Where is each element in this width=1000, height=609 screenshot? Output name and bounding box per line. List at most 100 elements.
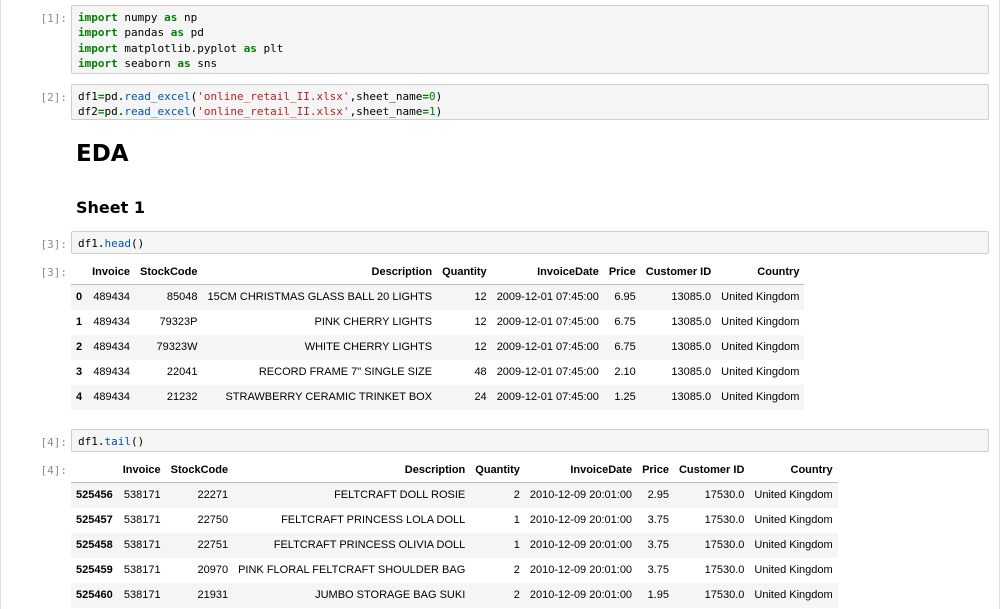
- code-cell-tail[interactable]: df1.tail(): [71, 429, 989, 452]
- column-header: Customer ID: [678, 464, 745, 476]
- column-header: Invoice: [92, 266, 131, 278]
- table-cell: 79323W: [156, 341, 198, 353]
- table-cell: 2010-12-09 20:01:00: [529, 514, 633, 526]
- code-cell-imports[interactable]: import numpy as np import pandas as pd i…: [71, 5, 989, 74]
- table-cell: 489434: [93, 391, 131, 403]
- code-cell-head[interactable]: df1.head(): [71, 231, 989, 254]
- table-cell: United Kingdom: [754, 489, 833, 502]
- table-cell: United Kingdom: [721, 341, 800, 353]
- column-header: InvoiceDate: [537, 266, 599, 278]
- table-cell: 79323P: [159, 316, 198, 328]
- table-cell: United Kingdom: [721, 366, 800, 378]
- table-cell: 85048: [166, 291, 198, 304]
- table-cell: 17530.0: [704, 489, 745, 502]
- table-cell: 489434: [93, 341, 131, 353]
- column-header: Customer ID: [645, 266, 712, 278]
- column-header: Quantity: [442, 266, 487, 278]
- table-cell: 12: [474, 316, 487, 328]
- table-cell: WHITE CHERRY LIGHTS: [304, 341, 433, 353]
- row-index: 2: [76, 341, 83, 353]
- table-row: 0 489434 85048 15CM CHRISTMAS GLASS BALL 20…: [71, 284, 805, 310]
- table-cell: 2010-12-09 20:01:00: [529, 564, 633, 576]
- table-cell: United Kingdom: [721, 291, 800, 304]
- table-cell: 3.75: [647, 564, 669, 576]
- column-header: Invoice: [122, 464, 161, 476]
- table-cell: 17530.0: [704, 539, 745, 551]
- table-cell: 3.75: [647, 539, 669, 551]
- table-cell: 2010-12-09 20:01:00: [529, 489, 633, 502]
- table-header-row: Invoice StockCode Description Quantity Invoi…: [71, 260, 805, 285]
- column-header: Price: [608, 266, 636, 278]
- table-cell: 48: [474, 366, 487, 378]
- table-cell: 22751: [197, 539, 229, 551]
- input-prompt: [2]:: [40, 91, 68, 104]
- table-cell: 13085.0: [671, 366, 712, 378]
- table-cell: 22271: [197, 489, 229, 502]
- table-row: 4 489434 21232 STRAWBERRY CERAMIC TRINKET B…: [71, 384, 805, 410]
- table-cell: 20970: [197, 564, 229, 576]
- row-index: 3: [76, 366, 83, 378]
- table-cell: 489434: [93, 291, 131, 304]
- output-prompt: [3]:: [40, 266, 68, 279]
- input-prompt: [4]:: [40, 436, 68, 449]
- table-row: 525460 538171 21931 JUMBO STORAGE BAG SUKI 2…: [71, 582, 838, 608]
- dataframe-tail-table: Invoice StockCode Description Quantity Invoi…: [71, 458, 838, 608]
- table-cell: 2010-12-09 20:01:00: [529, 539, 633, 551]
- column-header: Quantity: [475, 464, 520, 476]
- table-cell: 3.75: [647, 514, 669, 526]
- code-cell-read-excel[interactable]: df1=pd.read_excel('online_retail_II.xlsx…: [71, 84, 989, 120]
- table-cell: 22041: [166, 366, 198, 378]
- row-index: 0: [76, 291, 83, 304]
- table-cell: 489434: [93, 366, 131, 378]
- row-index: 1: [76, 316, 83, 328]
- table-cell: 2009-12-01 07:45:00: [496, 366, 599, 378]
- table-cell: 17530.0: [704, 589, 745, 601]
- table-row: 1 489434 79323P PINK CHERRY LIGHTS 12 2009-12…: [71, 310, 804, 335]
- table-header-row: Invoice StockCode Description Quantity Invoi…: [71, 458, 838, 483]
- table-cell: United Kingdom: [754, 539, 833, 551]
- column-header: Description: [371, 266, 433, 278]
- table-row: 525459 538171 20970 PINK FLORAL FELTCRAFT S…: [71, 558, 838, 583]
- table-cell: 2: [513, 589, 520, 601]
- row-index: 525456: [76, 489, 113, 502]
- table-cell: JUMBO STORAGE BAG SUKI: [315, 589, 466, 601]
- table-cell: STRAWBERRY CERAMIC TRINKET BOX: [225, 391, 433, 403]
- table-cell: 13085.0: [671, 316, 712, 328]
- input-prompt: [1]:: [40, 12, 68, 25]
- table-cell: United Kingdom: [754, 514, 833, 526]
- table-cell: FELTCRAFT PRINCESS OLIVIA DOLL: [273, 539, 466, 551]
- input-prompt: [3]:: [40, 238, 68, 251]
- table-cell: 21931: [197, 589, 229, 601]
- row-index: 4: [76, 391, 83, 403]
- row-index: 525458: [76, 539, 113, 551]
- table-cell: 2: [513, 564, 520, 576]
- table-cell: 1: [513, 539, 520, 551]
- row-index: 525460: [76, 589, 113, 601]
- table-row: 3 489434 22041 RECORD FRAME 7" SINGLE SIZE 4…: [71, 360, 804, 385]
- table-cell: 6.95: [614, 291, 636, 304]
- table-cell: 2009-12-01 07:45:00: [496, 341, 599, 353]
- table-cell: 2009-12-01 07:45:00: [496, 291, 599, 304]
- table-cell: 2009-12-01 07:45:00: [496, 391, 599, 403]
- table-cell: 17530.0: [704, 514, 745, 526]
- table-cell: United Kingdom: [721, 316, 800, 328]
- table-cell: PINK CHERRY LIGHTS: [314, 316, 433, 328]
- table-row: 525457 538171 22750 FELTCRAFT PRINCESS LOLA…: [71, 508, 838, 533]
- markdown-heading-sheet1: Sheet 1: [76, 198, 145, 217]
- table-cell: 17530.0: [704, 564, 745, 576]
- table-row: 525456 538171 22271 FELTCRAFT DOLL ROSIE 2 20…: [71, 482, 838, 508]
- dataframe-head-table: Invoice StockCode Description Quantity Invoi…: [71, 260, 805, 410]
- table-cell: PINK FLORAL FELTCRAFT SHOULDER BAG: [238, 564, 466, 576]
- table-cell: United Kingdom: [754, 564, 833, 576]
- table-cell: 24: [474, 391, 487, 403]
- column-header: Price: [642, 464, 669, 476]
- table-cell: United Kingdom: [721, 391, 800, 403]
- markdown-heading-eda: EDA: [76, 141, 129, 167]
- column-header: [71, 260, 87, 285]
- table-cell: United Kingdom: [754, 589, 833, 601]
- table-cell: 538171: [123, 514, 161, 526]
- column-header: Description: [404, 464, 466, 476]
- table-cell: 12: [474, 291, 487, 304]
- table-cell: 538171: [123, 564, 161, 576]
- table-cell: 2010-12-09 20:01:00: [529, 589, 633, 601]
